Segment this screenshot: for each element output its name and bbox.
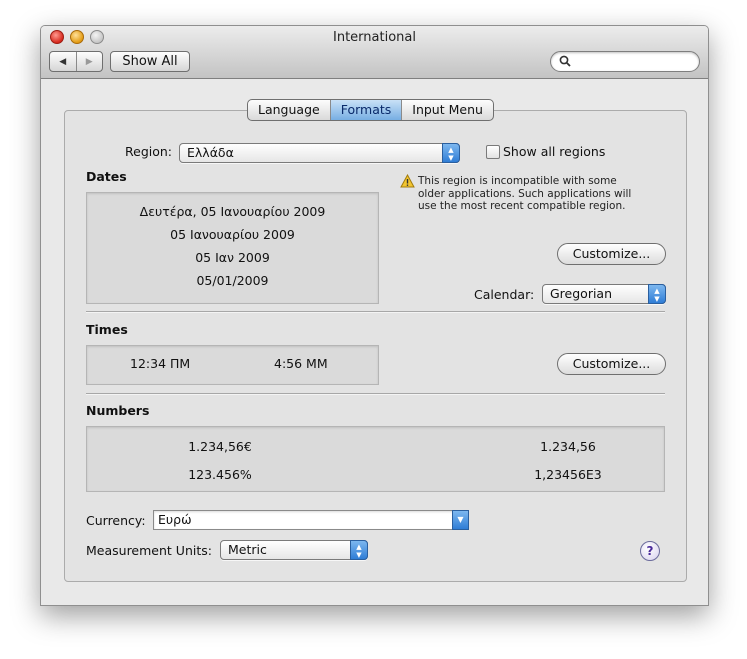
number-percent: 123.456%: [188, 467, 252, 482]
help-button[interactable]: ?: [640, 541, 660, 561]
times-customize-button[interactable]: Customize...: [557, 353, 666, 375]
date-full: Δευτέρα, 05 Ιανουαρίου 2009: [139, 204, 326, 219]
date-short: 05/01/2009: [196, 273, 269, 288]
show-all-regions-checkbox[interactable]: [486, 145, 500, 159]
popup-arrows-icon: ▲ ▼: [648, 284, 666, 304]
number-currency: 1.234,56€: [188, 439, 252, 454]
warning-icon: [400, 174, 415, 188]
dropdown-arrow-icon: ▼: [452, 510, 469, 530]
back-forward-control: ◀ ▶: [49, 51, 103, 72]
search-icon: [559, 55, 571, 67]
dates-customize-button[interactable]: Customize...: [557, 243, 666, 265]
date-long: 05 Ιανουαρίου 2009: [170, 227, 295, 242]
calendar-value: Gregorian: [550, 286, 613, 301]
currency-value: Ευρώ: [158, 512, 192, 527]
show-all-regions-label: Show all regions: [503, 144, 606, 159]
help-icon: ?: [646, 544, 654, 558]
number-scientific: 1,23456E3: [534, 467, 602, 482]
region-warning-text: This region is incompatible with some ol…: [418, 175, 631, 213]
window-title: International: [333, 30, 416, 45]
region-popup[interactable]: Ελλάδα ▲ ▼: [179, 143, 460, 163]
measurement-popup[interactable]: Metric ▲ ▼: [220, 540, 368, 560]
times-sample-box: 12:34 ΠΜ 4:56 ΜΜ: [86, 345, 379, 385]
calendar-popup[interactable]: Gregorian ▲ ▼: [542, 284, 666, 304]
warning-line: older applications. Such applications wi…: [418, 187, 632, 200]
warning-line: use the most recent compatible region.: [418, 200, 626, 212]
popup-arrows-icon: ▲ ▼: [350, 540, 368, 560]
tab-language[interactable]: Language: [248, 100, 330, 120]
region-label: Region:: [125, 144, 173, 159]
popup-arrows-icon: ▲ ▼: [442, 143, 460, 163]
measurement-label: Measurement Units:: [86, 543, 212, 558]
tab-formats[interactable]: Formats: [329, 100, 402, 120]
search-field[interactable]: [550, 51, 700, 72]
time-medium: 4:56 ΜΜ: [274, 356, 328, 371]
dates-heading: Dates: [86, 169, 127, 184]
search-input[interactable]: [575, 54, 695, 71]
times-heading: Times: [86, 322, 128, 337]
back-arrow-icon: ◀: [59, 56, 67, 67]
time-short: 12:34 ΠΜ: [130, 356, 191, 371]
dates-sample-box: Δευτέρα, 05 Ιανουαρίου 2009 05 Ιανουαρίο…: [86, 192, 379, 304]
preferences-window: International ◀ ▶ Show All Language Form…: [40, 25, 709, 606]
tab-input-menu[interactable]: Input Menu: [401, 100, 493, 120]
show-all-button[interactable]: Show All: [110, 51, 190, 72]
forward-button[interactable]: ▶: [75, 52, 103, 71]
tab-bar: Language Formats Input Menu: [247, 99, 494, 121]
calendar-label: Calendar:: [474, 287, 535, 302]
numbers-heading: Numbers: [86, 403, 150, 418]
number-decimal: 1.234,56: [540, 439, 596, 454]
region-value: Ελλάδα: [187, 145, 234, 160]
title-bar: International ◀ ▶ Show All: [41, 26, 708, 79]
currency-combobox[interactable]: Ευρώ ▼: [153, 510, 469, 530]
warning-line: This region is incompatible with some: [418, 175, 617, 187]
measurement-value: Metric: [228, 542, 267, 557]
separator: [86, 393, 665, 395]
currency-label: Currency:: [86, 513, 146, 528]
date-medium: 05 Ιαν 2009: [195, 250, 270, 265]
back-button[interactable]: ◀: [50, 52, 76, 71]
forward-arrow-icon: ▶: [85, 56, 93, 67]
separator: [86, 311, 665, 313]
numbers-sample-box: 1.234,56€ 1.234,56 123.456% 1,23456E3: [86, 426, 665, 492]
